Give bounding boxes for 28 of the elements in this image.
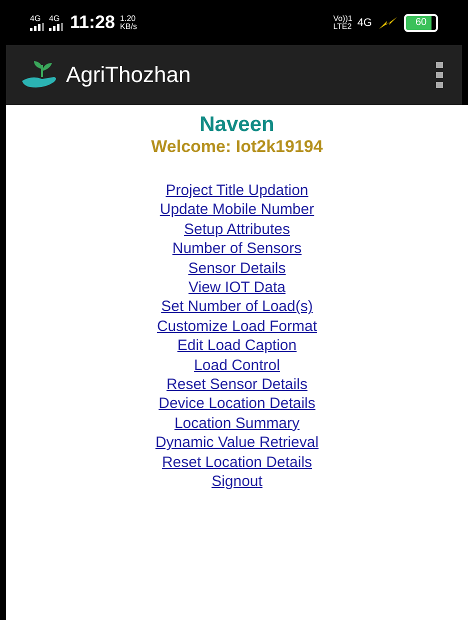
menu-link[interactable]: Signout: [212, 472, 262, 492]
app-title: AgriThozhan: [66, 62, 192, 88]
menu-link[interactable]: Reset Location Details: [162, 452, 312, 472]
menu-link[interactable]: Update Mobile Number: [160, 200, 314, 220]
menu-link[interactable]: Dynamic Value Retrieval: [155, 433, 319, 453]
user-name: Naveen: [200, 113, 274, 137]
menu-link[interactable]: Customize Load Format: [156, 316, 318, 336]
speed-value: 1.20: [120, 14, 137, 22]
network-label: 4G: [30, 14, 41, 22]
menu-link[interactable]: View IOT Data: [188, 278, 286, 298]
menu-link[interactable]: Setup Attributes: [184, 220, 290, 240]
volte-label: Vo))1: [333, 14, 352, 22]
menu-link[interactable]: Device Location Details: [158, 394, 316, 414]
welcome-text: Welcome: Iot2k19194: [151, 137, 323, 157]
menu-link[interactable]: Sensor Details: [188, 258, 286, 278]
clock: 11:28: [70, 12, 116, 33]
menu-link[interactable]: Edit Load Caption: [177, 336, 297, 356]
speed-unit: KB/s: [120, 22, 137, 30]
menu-link[interactable]: Set Number of Load(s): [161, 297, 313, 317]
menu-link[interactable]: Project Title Updation: [166, 181, 308, 200]
menu-link[interactable]: Number of Sensors: [172, 239, 302, 259]
battery-icon: 60: [404, 14, 438, 32]
network-label: 4G: [49, 14, 60, 22]
volte-label: LTE2: [333, 22, 352, 30]
network-label: 4G: [357, 16, 372, 28]
menu-link[interactable]: Load Control: [194, 356, 280, 376]
menu-link[interactable]: Reset Sensor Details: [166, 375, 308, 394]
menu-link[interactable]: Location Summary: [174, 414, 300, 434]
